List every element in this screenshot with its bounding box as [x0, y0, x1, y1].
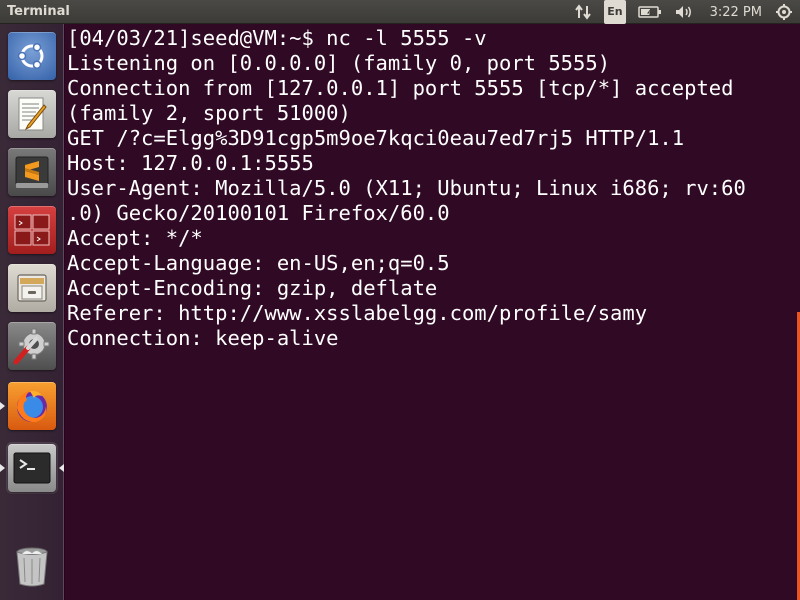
- app-title: Terminal: [7, 4, 70, 19]
- ubuntu-dash-button[interactable]: [6, 30, 58, 82]
- trash-icon: [8, 542, 56, 590]
- text-editor-button[interactable]: [6, 88, 58, 140]
- terminal-line: Accept-Encoding: gzip, deflate: [67, 276, 438, 300]
- terminal-line: GET /?c=Elgg%3D91cgp5m9oe7kqci0eau7ed7rj…: [67, 126, 685, 150]
- terminal-line: Referer: http://www.xsslabelgg.com/profi…: [67, 301, 648, 325]
- terminal-line: .0) Gecko/20100101 Firefox/60.0: [67, 201, 450, 225]
- terminal-line: Accept: */*: [67, 226, 203, 250]
- top-panel: Terminal En 3:22 PM: [0, 0, 800, 24]
- focused-indicator: [59, 464, 64, 472]
- ubuntu-dash-icon: [8, 32, 56, 80]
- workspace-switcher-button[interactable]: [6, 204, 58, 256]
- trash-button[interactable]: [6, 540, 58, 592]
- indicator-area: En 3:22 PM: [568, 0, 800, 24]
- terminal-button[interactable]: [0, 442, 64, 494]
- file-manager-button[interactable]: [6, 262, 58, 314]
- sublime-text-icon: [8, 148, 56, 196]
- terminal-line: Listening on [0.0.0.0] (family 0, port 5…: [67, 51, 611, 75]
- running-indicator: [0, 464, 5, 472]
- volume-icon[interactable]: [674, 0, 694, 24]
- terminal-window[interactable]: [04/03/21]seed@VM:~$ nc -l 5555 -v Liste…: [65, 24, 800, 600]
- firefox-button[interactable]: [0, 380, 58, 432]
- terminal-line: [04/03/21]seed@VM:~$ nc -l 5555 -v: [67, 26, 487, 50]
- firefox-icon: [8, 382, 56, 430]
- terminal-line: Connection: keep-alive: [67, 326, 339, 350]
- network-arrows-icon[interactable]: [574, 0, 592, 24]
- terminal-line: Host: 127.0.0.1:5555: [67, 151, 314, 175]
- terminal-line: Accept-Language: en-US,en;q=0.5: [67, 251, 450, 275]
- battery-icon[interactable]: [637, 0, 662, 24]
- terminal-line: User-Agent: Mozilla/5.0 (X11; Ubuntu; Li…: [67, 176, 746, 200]
- sublime-text-button[interactable]: [6, 146, 58, 198]
- file-manager-icon: [8, 264, 56, 312]
- clock[interactable]: 3:22 PM: [710, 5, 762, 20]
- keyboard-layout-indicator[interactable]: En: [604, 0, 626, 24]
- terminal-line: Connection from [127.0.0.1] port 5555 [t…: [67, 76, 734, 100]
- terminal-icon: [8, 444, 56, 492]
- settings-power-icon[interactable]: [776, 0, 792, 24]
- text-editor-icon: [8, 90, 56, 138]
- workspace-switcher-icon: [8, 206, 56, 254]
- running-indicator: [0, 402, 5, 410]
- system-settings-icon: [8, 322, 56, 370]
- system-settings-button[interactable]: [6, 320, 58, 372]
- terminal-line: (family 2, sport 51000): [67, 101, 351, 125]
- launcher: [0, 24, 64, 600]
